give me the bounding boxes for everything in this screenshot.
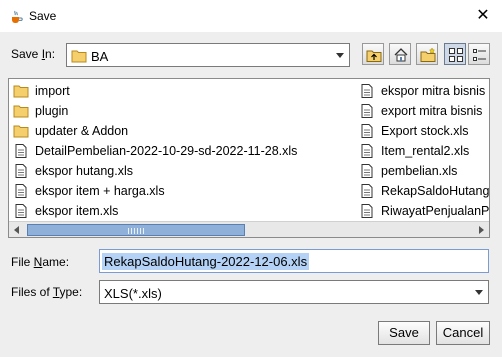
file-name-value: RekapSaldoHutang-2022-12-06.xls	[102, 253, 310, 270]
list-item[interactable]: ekspor item.xls	[13, 201, 353, 221]
close-button[interactable]: ✕	[470, 4, 496, 28]
folder-icon	[13, 125, 29, 138]
list-item[interactable]: DetailPembelian-2022-10-29-sd-2022-11-28…	[13, 141, 353, 161]
home-icon	[394, 48, 408, 62]
file-type-value: XLS(*.xls)	[104, 286, 162, 301]
home-button[interactable]	[389, 43, 411, 65]
file-icon	[15, 164, 27, 178]
window-title: Save	[29, 9, 57, 23]
list-item[interactable]: pembelian.xls	[359, 161, 489, 181]
file-icon	[361, 84, 373, 98]
list-item[interactable]: ekspor hutang.xls	[13, 161, 353, 181]
list-item[interactable]: ekspor item + harga.xls	[13, 181, 353, 201]
list-item[interactable]: ekspor mitra bisnis	[359, 81, 489, 101]
new-folder-icon	[420, 47, 436, 62]
details-view-icon	[473, 49, 486, 61]
title-bar: Save ✕	[0, 0, 502, 32]
list-view-button[interactable]	[444, 43, 466, 65]
file-icon	[361, 124, 373, 138]
save-in-label: Save In:	[11, 47, 56, 61]
file-icon	[361, 204, 373, 218]
file-icon	[361, 104, 373, 118]
file-icon	[15, 204, 27, 218]
folder-icon	[71, 50, 87, 63]
folder-icon	[13, 85, 29, 98]
scroll-right-button[interactable]	[473, 222, 489, 237]
folder-up-icon	[366, 50, 382, 62]
list-item[interactable]: Item_rental2.xls	[359, 141, 489, 161]
file-icon	[361, 144, 373, 158]
list-item[interactable]: updater & Addon	[13, 121, 353, 141]
java-cup-icon	[12, 10, 23, 23]
list-item[interactable]: export mitra bisnis	[359, 101, 489, 121]
file-column-1: import plugin updater & Addon DetailPemb…	[13, 81, 353, 221]
horizontal-scrollbar[interactable]	[9, 221, 489, 237]
file-icon	[361, 184, 373, 198]
list-item[interactable]: RiwayatPenjualanP	[359, 201, 489, 221]
file-list[interactable]: import plugin updater & Addon DetailPemb…	[8, 78, 490, 238]
file-icon	[15, 144, 27, 158]
file-type-label: Files of Type:	[11, 285, 83, 299]
list-view-icon	[449, 48, 463, 62]
save-in-combo[interactable]: BA	[66, 43, 350, 67]
file-icon	[361, 164, 373, 178]
list-item[interactable]: import	[13, 81, 353, 101]
file-column-2: ekspor mitra bisnis export mitra bisnis …	[359, 81, 489, 221]
file-type-combo[interactable]: XLS(*.xls)	[99, 280, 489, 304]
list-item[interactable]: RekapSaldoHutang	[359, 181, 489, 201]
save-in-value: BA	[91, 49, 109, 64]
scrollbar-thumb[interactable]	[27, 224, 245, 236]
scrollbar-grip	[128, 228, 146, 234]
details-view-button[interactable]	[468, 43, 490, 65]
list-item[interactable]: plugin	[13, 101, 353, 121]
list-item[interactable]: Export stock.xls	[359, 121, 489, 141]
file-name-label: File Name:	[11, 255, 70, 269]
chevron-down-icon[interactable]	[336, 53, 344, 58]
save-button[interactable]: Save	[378, 321, 430, 345]
new-folder-button[interactable]	[416, 43, 438, 65]
file-name-input[interactable]: RekapSaldoHutang-2022-12-06.xls	[99, 249, 489, 273]
up-one-level-button[interactable]	[362, 43, 384, 65]
cancel-button[interactable]: Cancel	[436, 321, 490, 345]
chevron-down-icon[interactable]	[475, 290, 483, 295]
folder-icon	[13, 105, 29, 118]
scroll-left-button[interactable]	[9, 222, 25, 237]
file-icon	[15, 184, 27, 198]
